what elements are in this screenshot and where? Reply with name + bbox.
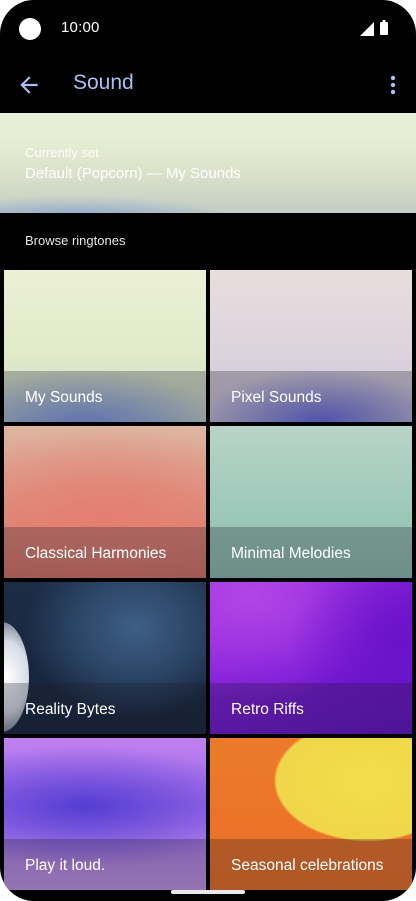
app-bar: Sound xyxy=(0,60,416,112)
category-label: Retro Riffs xyxy=(231,701,304,718)
browse-heading: Browse ringtones xyxy=(25,233,126,248)
status-bar: 10:00 xyxy=(0,0,416,60)
category-label: Play it loud. xyxy=(25,857,106,874)
category-label: Seasonal celebrations xyxy=(231,857,384,874)
gesture-navigation-handle[interactable] xyxy=(171,890,245,894)
currently-set-value: Default (Popcorn) — My Sounds xyxy=(25,165,241,182)
category-seasonal-celebrations[interactable]: Seasonal celebrations xyxy=(210,738,412,890)
currently-set-label: Currently set xyxy=(25,145,99,160)
currently-set-card[interactable]: Currently set Default (Popcorn) — My Sou… xyxy=(0,113,416,213)
category-retro-riffs[interactable]: Retro Riffs xyxy=(210,582,412,734)
more-options-icon[interactable] xyxy=(385,72,401,98)
category-play-it-loud[interactable]: Play it loud. xyxy=(4,738,206,890)
phone-screen: 10:00 Sound Currently set Default (Popco… xyxy=(0,0,416,901)
back-arrow-icon[interactable] xyxy=(16,72,42,98)
status-time: 10:00 xyxy=(61,19,100,36)
category-label: Reality Bytes xyxy=(25,701,116,718)
category-minimal-melodies[interactable]: Minimal Melodies xyxy=(210,426,412,578)
battery-icon xyxy=(380,20,388,35)
category-pixel-sounds[interactable]: Pixel Sounds xyxy=(210,270,412,422)
category-label: Pixel Sounds xyxy=(231,389,322,406)
category-classical-harmonies[interactable]: Classical Harmonies xyxy=(4,426,206,578)
category-label: My Sounds xyxy=(25,389,103,406)
category-my-sounds[interactable]: My Sounds xyxy=(4,270,206,422)
category-reality-bytes[interactable]: Reality Bytes xyxy=(4,582,206,734)
category-label: Classical Harmonies xyxy=(25,545,167,562)
page-title: Sound xyxy=(73,71,134,94)
category-label: Minimal Melodies xyxy=(231,545,351,562)
signal-icon xyxy=(360,22,374,36)
camera-cutout xyxy=(19,18,41,40)
